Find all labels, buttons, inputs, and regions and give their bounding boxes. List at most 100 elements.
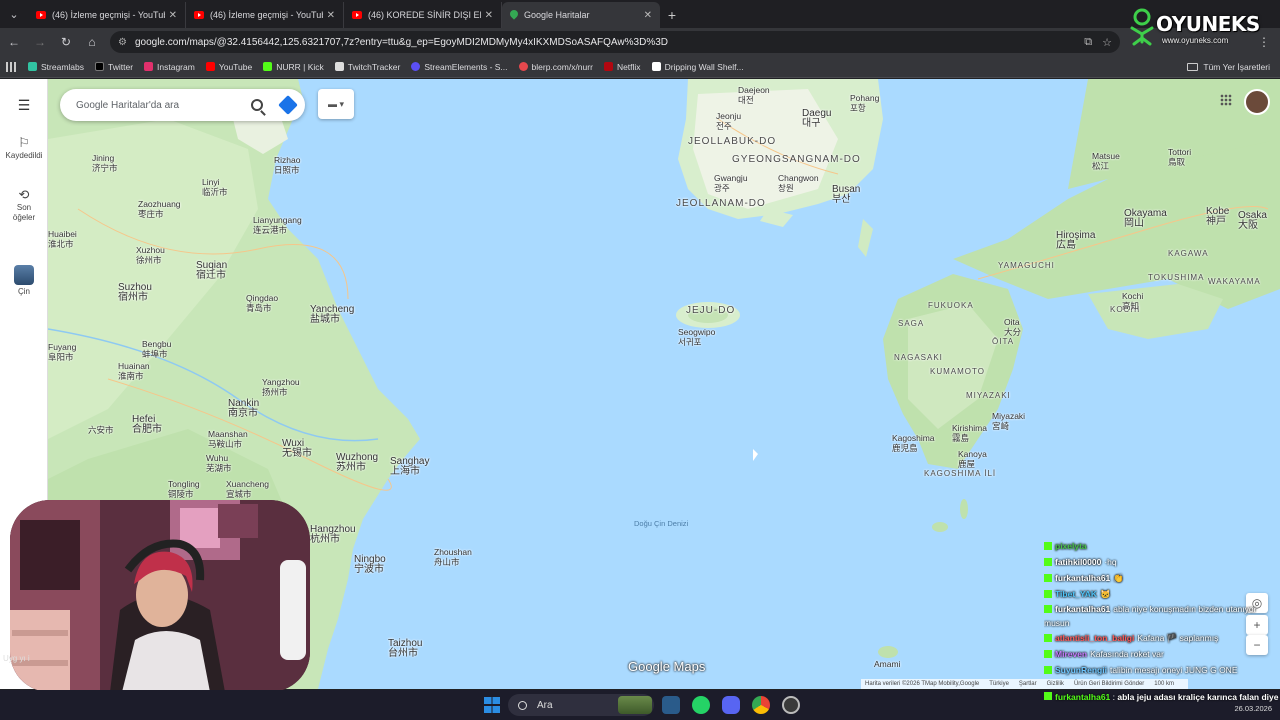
region-link[interactable]: Türkiye [989,681,1009,687]
address-bar[interactable]: ⚙ google.com/maps/@32.4156442,125.632170… [110,31,1120,53]
layers-button[interactable]: ▬ ▾ [318,89,354,119]
map-label[interactable]: Kanoya 鹿屋 [958,449,987,469]
menu-icon[interactable]: ⋮ [1258,35,1270,49]
map-label[interactable]: Taizhou 台州市 [388,639,422,659]
map-label[interactable]: Qingdao 青岛市 [246,293,278,313]
map-label[interactable]: Sanghay 上海市 [390,457,429,477]
map-label[interactable]: Yancheng 盐城市 [310,305,354,325]
bookmark-blerp[interactable]: blerp.com/x/nurr [518,62,593,72]
new-tab-button[interactable]: + [660,2,684,28]
steam-icon[interactable] [662,696,680,714]
map-label[interactable]: Kagoshima 鹿児島 [892,433,935,453]
map-label[interactable]: Lianyungang 连云港市 [253,215,302,235]
clock-date[interactable]: 26.03.2026 [1234,704,1272,714]
map-label[interactable]: Tottori 鳥取 [1168,147,1191,167]
map-label[interactable]: Wuzhong 苏州市 [336,453,378,473]
bookmark-netflix[interactable]: Netflix [603,62,641,72]
search-box[interactable]: Google Haritalar'da ara [60,89,305,121]
taskbar-search[interactable]: Ara [508,694,654,716]
map-label[interactable]: Kobe 神戸 [1206,207,1229,227]
map-label[interactable]: Suqian 宿迁市 [196,261,227,281]
bookmark-youtube[interactable]: YouTube [205,62,252,72]
map-label[interactable]: Osaka 大阪 [1238,211,1267,231]
bookmark-streamlabs[interactable]: Streamlabs [28,62,84,72]
google-apps-icon[interactable] [1220,94,1232,106]
map-label[interactable]: Yangzhou 扬州市 [262,377,300,397]
feedback-link[interactable]: Ürün Geri Bildirimi Gönder [1074,681,1144,687]
tab-google-maps[interactable]: Google Haritalar ✕ [502,2,660,28]
search-icon[interactable] [251,99,263,111]
hamburger-menu-icon[interactable]: ☰ [0,97,48,114]
map-label[interactable]: Rizhao 日照市 [274,155,300,175]
map-label[interactable]: Ningbo 宁波市 [354,555,386,575]
tab-youtube-2[interactable]: (46) İzleme geçmişi - YouTube ✕ [186,2,344,28]
map-label[interactable]: Hangzhou 杭州市 [310,525,356,545]
bookmark-twitter[interactable]: Twitter [95,62,133,72]
map-label[interactable]: 六安市 [88,425,114,435]
close-icon[interactable]: ✕ [485,10,493,21]
map-label[interactable]: Fuyang 阜阳市 [48,342,76,362]
map-label[interactable]: Huainan 淮南市 [118,361,150,381]
map-label[interactable]: Maanshan 马鞍山市 [208,429,248,449]
bookmark-star-icon[interactable]: ☆ [1102,36,1112,49]
map-label[interactable]: Seogwipo 서귀포 [678,327,715,347]
map-label[interactable]: Zhoushan 舟山市 [434,547,472,567]
map-label[interactable]: Miyazaki 宮崎 [992,411,1025,431]
account-avatar[interactable] [1244,89,1270,115]
map-label[interactable]: Gwangju 광주 [714,173,748,193]
home-icon[interactable]: ⌂ [80,30,104,54]
tab-youtube-3[interactable]: (46) KOREDE SİNİR DIŞI EDİLDİ ✕ [344,2,502,28]
forward-icon[interactable]: → [28,30,52,54]
windows-start-icon[interactable] [484,697,500,713]
map-label[interactable]: Matsue 松江 [1092,151,1120,171]
install-icon[interactable]: ⧉ [1084,36,1092,49]
whatsapp-icon[interactable] [692,696,710,714]
map-label[interactable]: Bengbu 蚌埠市 [142,339,171,359]
bookmark-dripping-shelf[interactable]: Dripping Wall Shelf... [651,62,744,72]
back-icon[interactable]: ← [2,30,26,54]
map-label[interactable]: Pohang 포항 [850,93,879,113]
bookmark-kick[interactable]: NURR | Kick [263,62,324,72]
map-label[interactable]: Xuzhou 徐州市 [136,245,165,265]
map-label[interactable]: Wuxi 无锡市 [282,439,312,459]
reload-icon[interactable]: ↻ [54,30,78,54]
map-label[interactable]: Kirishima 霧島 [952,423,987,443]
tab-search-button[interactable]: ⌄ [0,0,28,28]
site-info-icon[interactable]: ⚙ [118,37,127,48]
map-label[interactable]: Oita 大分 [1004,317,1021,337]
map-label[interactable]: Tongling 铜陵市 [168,479,200,499]
map-label[interactable]: Daegu 대구 [802,109,831,129]
chrome-icon[interactable] [752,696,770,714]
bookmark-instagram[interactable]: Instagram [144,62,195,72]
discord-icon[interactable] [722,696,740,714]
recent-button[interactable]: ⟲ Son öğeler [0,187,48,223]
obs-icon[interactable] [782,696,800,714]
bookmark-streamelements[interactable]: StreamElements - S... [411,62,508,72]
map-label[interactable]: Hiroşima 広島 [1056,231,1095,251]
close-icon[interactable]: ✕ [169,10,177,21]
map-label[interactable]: Busan 부산 [832,185,860,205]
directions-icon[interactable] [278,95,298,115]
map-label[interactable]: Zaozhuang 枣庄市 [138,199,181,219]
saved-button[interactable]: ⚐ Kaydedildi [0,135,48,160]
map-label[interactable]: Kochi 高知 [1122,291,1143,311]
bookmark-twitchtracker[interactable]: TwitchTracker [334,62,400,72]
tab-youtube-1[interactable]: (46) İzleme geçmişi - YouTube ✕ [28,2,186,28]
map-label[interactable]: Xuancheng 宣城市 [226,479,269,499]
close-icon[interactable]: ✕ [644,10,652,21]
map-label[interactable]: Daejeon 대전 [738,85,770,105]
map-label[interactable]: Hefei 合肥市 [132,415,162,435]
search-input[interactable]: Google Haritalar'da ara [76,100,251,111]
recent-place-china[interactable]: Çin [0,265,48,296]
apps-icon[interactable] [6,61,16,72]
map-label[interactable]: Jeonju 전주 [716,111,741,131]
map-label[interactable]: Jining 济宁市 [92,153,118,173]
map-label[interactable]: Okayama 岡山 [1124,209,1167,229]
map-label[interactable]: Suzhou 宿州市 [118,283,152,303]
map-label[interactable]: Nankin 南京市 [228,399,259,419]
map-label[interactable]: Amami [874,659,900,669]
privacy-link[interactable]: Gizlilik [1047,681,1064,687]
map-label[interactable]: Linyi 临沂市 [202,177,228,197]
terms-link[interactable]: Şartlar [1019,681,1037,687]
all-bookmarks[interactable]: Tüm Yer İşaretleri [1187,62,1270,72]
